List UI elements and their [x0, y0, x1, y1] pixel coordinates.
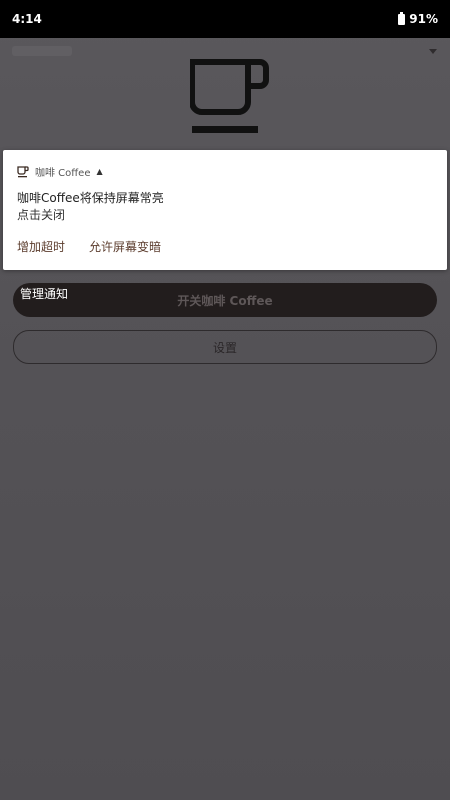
notification-app-name: 咖啡 Coffee: [35, 168, 91, 179]
manage-notifications-label[interactable]: 管理通知: [20, 285, 68, 302]
notification-text: 点击关闭: [17, 208, 66, 222]
overflow-menu-icon[interactable]: [428, 46, 438, 56]
increase-timeout-button[interactable]: 增加超时: [17, 238, 65, 255]
status-bar: 4:14 91%: [0, 0, 450, 38]
allow-dim-button[interactable]: 允许屏幕变暗: [89, 238, 161, 255]
notification-actions: 增加超时 允许屏幕变暗: [17, 238, 161, 255]
settings-button[interactable]: 设置: [13, 330, 437, 364]
battery-icon: [398, 11, 406, 25]
notification-header[interactable]: 咖啡 Coffee ▲: [17, 164, 103, 179]
status-time: 4:14: [12, 12, 42, 26]
app-title-dimmed: [12, 46, 72, 56]
coffee-cup-icon: [17, 165, 29, 177]
status-right: 91%: [398, 11, 438, 26]
chevron-up-icon[interactable]: ▲: [96, 167, 102, 176]
notification-card[interactable]: 咖啡 Coffee ▲ 咖啡Coffee将保持屏幕常亮 点击关闭 增加超时 允许…: [3, 150, 447, 270]
coffee-cup-icon: [190, 59, 269, 133]
notification-title: 咖啡Coffee将保持屏幕常亮: [17, 191, 164, 205]
battery-percent: 91%: [409, 12, 438, 26]
toggle-coffee-button[interactable]: 开关咖啡 Coffee: [13, 283, 437, 317]
